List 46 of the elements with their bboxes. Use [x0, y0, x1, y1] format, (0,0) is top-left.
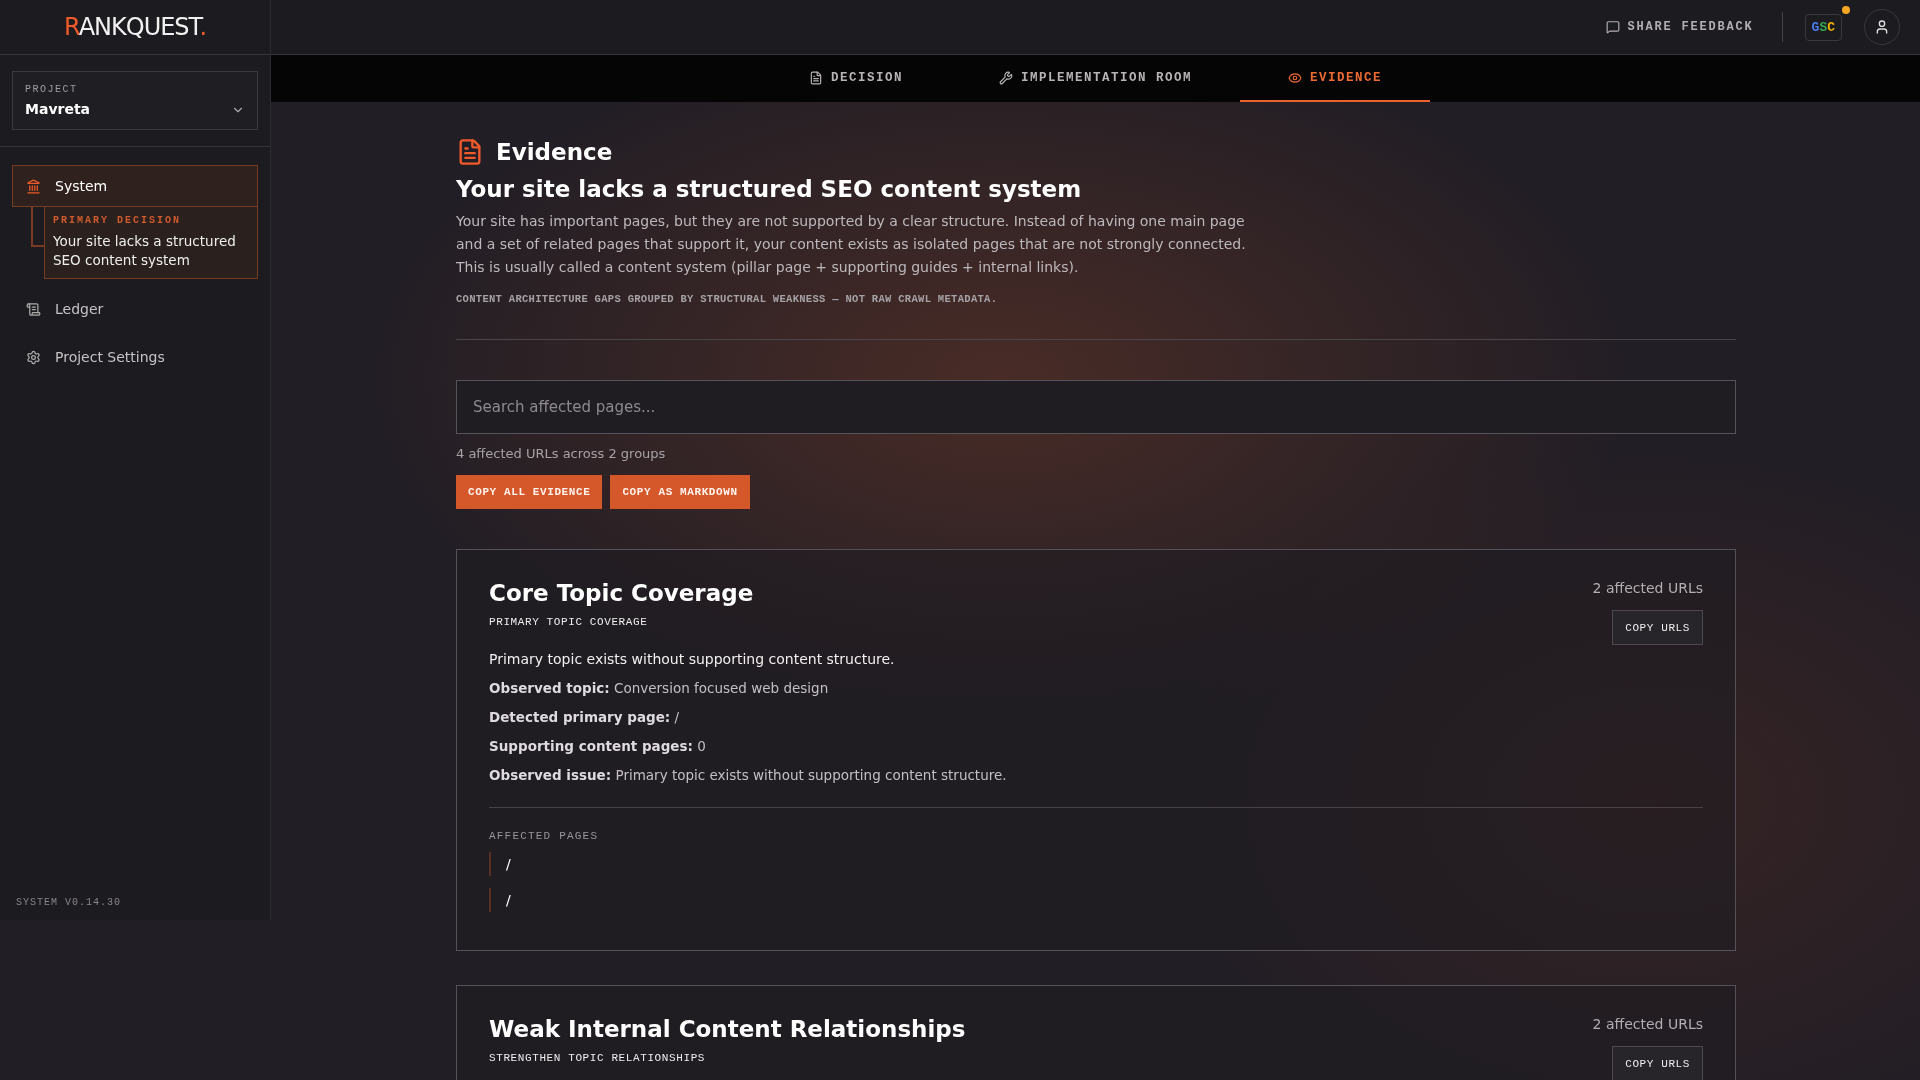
fact-text: Observed topic: Conversion focused web design	[489, 680, 830, 696]
card-code: PRIMARY TOPIC COVERAGE	[489, 616, 649, 628]
user-icon	[1874, 19, 1890, 35]
primary-decision-card[interactable]: PRIMARY DECISION Your site lacks a structured SEO content system	[44, 207, 258, 279]
chat-icon	[1605, 20, 1620, 34]
gsc-badge[interactable]: GSC	[1804, 13, 1842, 41]
affected-pages-label: AFFECTED PAGES	[489, 830, 600, 842]
scroll-icon	[26, 301, 41, 317]
sidebar-item[interactable]: System	[12, 165, 258, 207]
sidebar-item[interactable]: Project Settings	[12, 335, 258, 379]
copy-button[interactable]: COPY ALL EVIDENCE	[456, 475, 603, 509]
share-feedback-button[interactable]: SHARE FEEDBACK	[1599, 19, 1760, 35]
affected-count: 2 affected URLs	[1592, 1016, 1703, 1032]
wrench-icon	[999, 70, 1013, 85]
page-url: /	[506, 892, 511, 908]
settings-icon	[26, 349, 41, 365]
tab[interactable]: IMPLEMENTATION ROOM	[951, 55, 1240, 102]
decision-label: PRIMARY DECISION	[53, 215, 182, 226]
sidebar-item[interactable]: Ledger	[12, 287, 258, 331]
version-text: SYSTEM V0.14.30	[15, 897, 122, 910]
card-title: Core Topic Coverage	[489, 580, 754, 606]
eye-icon	[1288, 70, 1302, 85]
search-field[interactable]: Search affected pages...	[456, 380, 1736, 434]
copy-button[interactable]: COPY AS MARKDOWN	[610, 475, 750, 509]
caption-text: CONTENT ARCHITECTURE GAPS GROUPED BY STRUCTURAL WEAKNESS — NOT RAW CRAWL METADATA.	[456, 293, 999, 305]
description-text: Your site has important pages, but they are not supported by a clear structure. Instead of having one main page and a set of related pages that support it, your content exists as isolated pages that are not strongly connected. This is usually called a content system (pillar page + supporting guides + internal links).	[456, 212, 1247, 277]
page-url: /	[506, 856, 511, 872]
bank-icon	[26, 178, 41, 194]
affected-count: 2 affected URLs	[1592, 580, 1703, 596]
section-title: Evidence	[496, 139, 613, 165]
project-select[interactable]: PROJECT Mavreta	[12, 71, 258, 130]
summary-text: 4 affected URLs across 2 groups	[456, 446, 667, 461]
tab[interactable]: EVIDENCE	[1240, 55, 1431, 102]
card-summary: Primary topic exists without supporting content structure.	[489, 651, 896, 667]
copy-urls-button[interactable]: COPY URLS	[1612, 610, 1703, 645]
document-icon	[808, 70, 823, 85]
page-heading: Your site lacks a structured SEO content system	[456, 176, 1083, 202]
logo: RANKQUEST.	[63, 13, 207, 41]
decision-text: Your site lacks a structured SEO content system	[53, 232, 237, 270]
tab[interactable]: DECISION	[760, 55, 951, 102]
card-title: Weak Internal Content Relationships	[489, 1016, 966, 1042]
copy-urls-button[interactable]: COPY URLS	[1612, 1046, 1703, 1080]
card-code: STRENGTHEN TOPIC RELATIONSHIPS	[489, 1052, 707, 1064]
fact-text: Supporting content pages: 0	[489, 738, 707, 754]
fact-text: Detected primary page: /	[489, 709, 681, 725]
fact-text: Observed issue: Primary topic exists without supporting content structure.	[489, 767, 1008, 783]
